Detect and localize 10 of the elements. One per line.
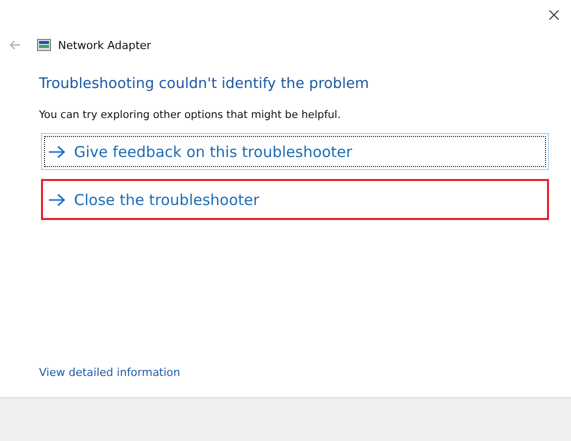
option-button[interactable]: Give feedback on this troubleshooter (41, 133, 549, 170)
heading: Troubleshooting couldn't identify the problem (39, 76, 370, 92)
arrow-icon (48, 192, 66, 206)
arrow-icon (48, 144, 66, 158)
description-text: You can try exploring other options that might be helpful. (39, 109, 342, 121)
window-title: Network Adapter (58, 38, 152, 52)
view-details-link[interactable]: View detailed information (39, 366, 180, 379)
option-button[interactable]: Close the troubleshooter (41, 179, 549, 220)
close-icon[interactable] (549, 10, 559, 20)
network-adapter-icon (37, 39, 51, 51)
